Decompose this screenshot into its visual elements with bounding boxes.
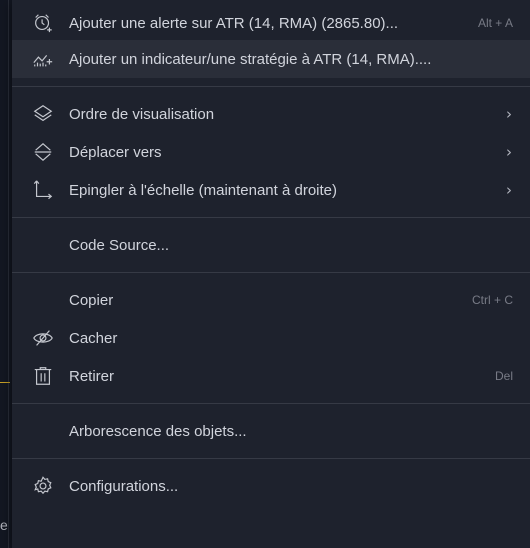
- chevron-right-icon: ›: [506, 143, 512, 161]
- menu-item-add-indicator[interactable]: Ajouter un indicateur/une stratégie à AT…: [12, 40, 530, 78]
- menu-item-copy[interactable]: Copier Ctrl + C: [12, 281, 530, 319]
- menu-item-settings[interactable]: Configurations...: [12, 467, 530, 505]
- chevron-right-icon: ›: [506, 181, 512, 199]
- chart-edge-line: [8, 0, 9, 548]
- trash-icon: [31, 364, 55, 388]
- menu-item-label: Copier: [69, 291, 114, 309]
- menu-item-visual-order[interactable]: Ordre de visualisation ›: [12, 95, 530, 133]
- menu-item-object-tree[interactable]: Arborescence des objets...: [12, 412, 530, 450]
- menu-item-label: Configurations...: [69, 477, 179, 495]
- menu-item-label: Arborescence des objets...: [69, 422, 247, 440]
- menu-item-label: Retirer: [69, 367, 115, 385]
- menu-item-remove[interactable]: Retirer Del: [12, 357, 530, 395]
- menu-item-pin-to-scale[interactable]: Epingler à l'échelle (maintenant à droit…: [12, 171, 530, 209]
- menu-item-label: Ajouter un indicateur/une stratégie à AT…: [69, 50, 432, 68]
- chart-edge-text: e: [0, 517, 8, 533]
- shortcut-hint: Alt + A: [477, 16, 513, 30]
- chart-price-tick: [0, 382, 10, 383]
- menu-item-label: Code Source...: [69, 236, 170, 254]
- menu-separator: [12, 86, 530, 87]
- pin-scale-icon: [31, 178, 55, 202]
- shortcut-hint: Del: [494, 369, 513, 383]
- menu-item-hide[interactable]: Cacher: [12, 319, 530, 357]
- menu-item-label: Ajouter une alerte sur ATR (14, RMA) (28…: [69, 14, 399, 32]
- menu-separator: [12, 272, 530, 273]
- menu-item-label: Cacher: [69, 329, 118, 347]
- context-menu: Ajouter une alerte sur ATR (14, RMA) (28…: [12, 0, 530, 548]
- move-updown-icon: [31, 140, 55, 164]
- indicator-plus-icon: [31, 47, 55, 71]
- eye-hidden-icon: [31, 326, 55, 350]
- menu-item-label: Epingler à l'échelle (maintenant à droit…: [69, 181, 338, 199]
- shortcut-hint: Ctrl + C: [471, 293, 513, 307]
- chevron-right-icon: ›: [506, 105, 512, 123]
- menu-separator: [12, 458, 530, 459]
- menu-item-move-to[interactable]: Déplacer vers ›: [12, 133, 530, 171]
- menu-item-label: Ordre de visualisation: [69, 105, 215, 123]
- menu-item-add-alert[interactable]: Ajouter une alerte sur ATR (14, RMA) (28…: [12, 6, 530, 40]
- menu-item-source-code[interactable]: Code Source...: [12, 226, 530, 264]
- alarm-clock-plus-icon: [31, 11, 55, 35]
- menu-separator: [12, 403, 530, 404]
- menu-item-label: Déplacer vers: [69, 143, 162, 161]
- gear-icon: [31, 474, 55, 498]
- menu-separator: [12, 217, 530, 218]
- layers-icon: [31, 102, 55, 126]
